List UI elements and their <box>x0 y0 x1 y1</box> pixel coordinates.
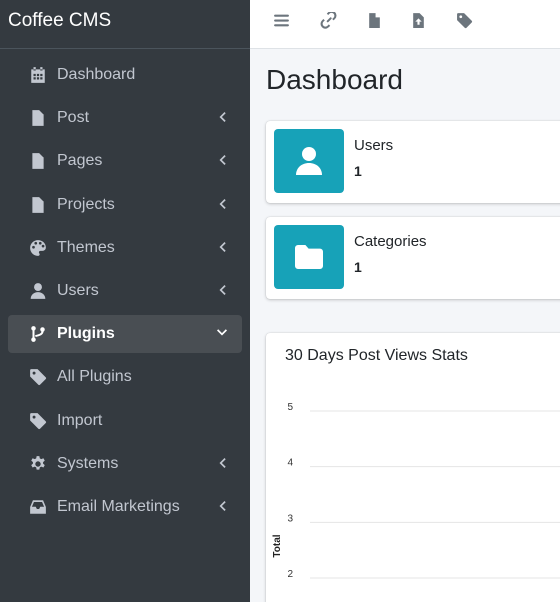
sidebar-item-label: Post <box>57 109 90 127</box>
line-chart: 5 4 3 2 Total <box>272 402 560 580</box>
y-tick-label: 5 <box>287 402 293 413</box>
tag-icon <box>27 410 49 432</box>
code-branch-icon <box>27 323 49 345</box>
calendar-icon <box>27 64 49 86</box>
sidebar-item-label: Themes <box>57 238 115 256</box>
sidebar: Coffee CMS Dashboard Post Pages Projects The… <box>0 0 250 602</box>
chevron-left-icon <box>216 197 228 211</box>
folder-icon <box>274 225 344 289</box>
file-icon <box>27 194 49 216</box>
chevron-down-icon <box>216 326 228 340</box>
sidebar-item-pages[interactable]: Pages <box>8 142 242 180</box>
inbox-icon <box>27 496 49 518</box>
user-icon <box>27 280 49 302</box>
info-box-users: Users 1 <box>266 121 560 203</box>
chevron-left-icon <box>216 456 228 470</box>
sidebar-item-label: Pages <box>57 152 103 170</box>
info-box-value: 1 <box>354 163 362 179</box>
sidebar-item-plugins[interactable]: Plugins <box>8 315 242 354</box>
file-icon <box>27 107 49 129</box>
sidebar-item-label: Projects <box>57 195 115 213</box>
sidebar-item-label: All Plugins <box>57 368 132 386</box>
file-icon <box>27 150 49 172</box>
info-box-label: Categories <box>354 233 427 250</box>
chevron-left-icon <box>216 283 228 297</box>
sidebar-item-label: Dashboard <box>57 66 136 83</box>
sidebar-item-projects[interactable]: Projects <box>8 186 242 224</box>
topbar <box>250 0 560 49</box>
menu-icon[interactable] <box>271 10 291 30</box>
sidebar-item-post[interactable]: Post <box>8 99 242 137</box>
sidebar-item-dashboard[interactable]: Dashboard <box>8 56 242 94</box>
y-tick-label: 4 <box>287 458 293 469</box>
sidebar-item-themes[interactable]: Themes <box>8 229 242 267</box>
chevron-left-icon <box>216 240 228 254</box>
info-box-value: 1 <box>354 259 362 275</box>
chevron-left-icon <box>216 110 228 124</box>
y-axis-label: Total <box>272 534 283 557</box>
file-icon[interactable] <box>364 10 384 30</box>
sidebar-item-label: Email Marketings <box>57 497 180 515</box>
sidebar-item-all-plugins[interactable]: All Plugins <box>8 358 242 396</box>
file-upload-icon[interactable] <box>408 10 428 30</box>
cog-icon <box>27 453 49 475</box>
y-tick-label: 2 <box>287 569 293 580</box>
user-icon <box>274 129 344 193</box>
y-tick-label: 3 <box>287 513 293 524</box>
sidebar-item-label: Plugins <box>57 325 115 343</box>
sidebar-nav: Dashboard Post Pages Projects Themes Users Plu… <box>8 56 242 531</box>
info-box-label: Users <box>354 137 394 154</box>
info-box-categories: Categories 1 <box>266 217 560 299</box>
page-title: Dashboard <box>266 64 403 95</box>
sidebar-item-label: Users <box>57 281 99 299</box>
brand[interactable]: Coffee CMS <box>0 0 250 49</box>
sidebar-item-label: Import <box>57 411 103 429</box>
chart-card: 30 Days Post Views Stats 5 4 3 2 Total <box>266 333 560 602</box>
sidebar-item-email-marketings[interactable]: Email Marketings <box>8 488 242 526</box>
sidebar-item-import[interactable]: Import <box>8 402 242 440</box>
sidebar-item-systems[interactable]: Systems <box>8 445 242 483</box>
link-icon[interactable] <box>318 10 338 30</box>
tag-icon <box>27 366 49 388</box>
chevron-left-icon <box>216 499 228 513</box>
chevron-left-icon <box>216 153 228 167</box>
palette-icon <box>27 237 49 259</box>
sidebar-item-label: Systems <box>57 454 119 472</box>
sidebar-item-users[interactable]: Users <box>8 272 242 310</box>
tag-icon[interactable] <box>454 10 474 30</box>
brand-text[interactable]: Coffee CMS <box>8 10 111 32</box>
